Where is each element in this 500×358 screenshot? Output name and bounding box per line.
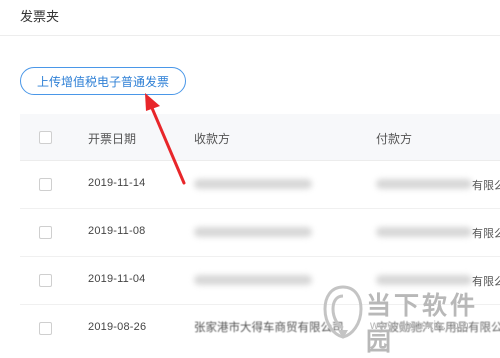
payer-tail-text: 有限么 [472, 228, 500, 240]
payer-redacted [376, 227, 472, 237]
row-checkbox[interactable] [39, 178, 52, 191]
page-title: 发票夹 [20, 9, 60, 24]
payee-redacted [194, 227, 312, 237]
upload-invoice-button-label: 上传增值税电子普通发票 [36, 74, 169, 89]
payer-redacted [376, 179, 472, 189]
watermark-url: www.downxia.com [370, 318, 469, 332]
table-row[interactable]: 2019-11-14 有限么 [20, 161, 500, 209]
watermark: 当下软件园 www.downxia.com [318, 282, 500, 356]
downxia-logo-icon [323, 285, 363, 339]
row-checkbox[interactable] [39, 322, 52, 335]
select-all-checkbox[interactable] [39, 131, 52, 144]
column-header-payee[interactable]: 收款方 [194, 130, 230, 147]
payer-tail-text: 有限么 [472, 180, 500, 192]
row-checkbox[interactable] [39, 226, 52, 239]
table-row[interactable]: 2019-11-08 有限么 [20, 209, 500, 257]
upload-invoice-button[interactable]: 上传增值税电子普通发票 [20, 67, 186, 95]
row-date: 2019-11-08 [88, 225, 146, 237]
column-header-date[interactable]: 开票日期 [88, 130, 136, 147]
column-header-payer[interactable]: 付款方 [376, 130, 412, 147]
page-header: 发票夹 [0, 0, 500, 36]
payee-redacted [194, 275, 312, 285]
row-date: 2019-11-04 [88, 273, 146, 285]
row-checkbox[interactable] [39, 274, 52, 287]
row-date: 2019-11-14 [88, 177, 146, 189]
row-date: 2019-08-26 [88, 321, 147, 333]
table-header: 开票日期 收款方 付款方 [20, 114, 500, 161]
payee-redacted [194, 179, 312, 189]
